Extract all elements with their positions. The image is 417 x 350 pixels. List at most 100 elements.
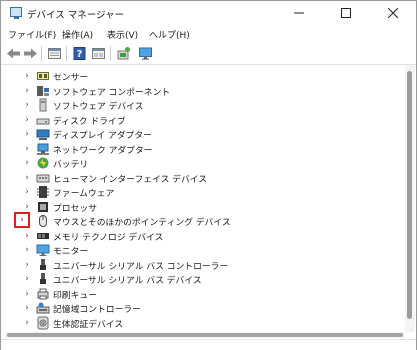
back-arrow-icon <box>7 48 20 59</box>
tree-item[interactable]: › ファームウェア <box>5 185 405 199</box>
monitor-icon <box>139 47 152 60</box>
memory-technology-icon <box>36 229 50 243</box>
firmware-icon <box>36 185 50 199</box>
maximize-icon <box>341 8 351 18</box>
expand-chevron-icon[interactable]: › <box>20 127 34 141</box>
disk-drive-icon <box>36 113 50 127</box>
expand-chevron-icon[interactable]: › <box>20 156 34 170</box>
tree-item[interactable]: › バッテリ <box>5 156 405 170</box>
toolbar-separator <box>41 46 42 61</box>
tree-item-label: プロセッサ <box>53 203 97 214</box>
print-queue-icon <box>36 287 50 301</box>
expand-chevron-icon[interactable]: › <box>20 84 34 98</box>
horizontal-scrollbar-thumb[interactable] <box>7 333 403 337</box>
expand-chevron-icon[interactable]: › <box>20 69 34 83</box>
close-button[interactable] <box>370 1 416 25</box>
tree-item[interactable]: › モニター <box>5 243 405 257</box>
tree-item-label: メモリ テクノロジ デバイス <box>53 232 164 243</box>
tree-item-label: バッテリ <box>53 160 89 170</box>
tree-item[interactable]: › プロセッサ <box>5 200 405 214</box>
device-tree: › センサー › ソフトウェア コンポーネント › ソフトウェア デバイス › ディスク ドラ… <box>5 67 405 330</box>
monitor-button[interactable] <box>137 45 154 62</box>
scan-hardware-icon <box>117 47 130 60</box>
help-icon: ? <box>73 47 86 60</box>
tree-item[interactable]: › ソフトウェア デバイス <box>5 98 405 112</box>
software-device-icon <box>36 98 50 112</box>
tree-item[interactable]: › ディスク ドライブ <box>5 113 405 127</box>
forward-arrow-icon <box>24 48 37 59</box>
menu-view[interactable]: 表示(V) <box>107 28 138 41</box>
expand-chevron-icon[interactable]: › <box>20 316 34 330</box>
properties-icon <box>48 48 61 59</box>
properties-button[interactable] <box>46 45 63 62</box>
expand-chevron-icon[interactable]: › <box>20 98 34 112</box>
network-adapter-icon <box>36 142 50 156</box>
software-component-icon <box>36 84 50 98</box>
tree-item[interactable]: › 生体認証デバイス <box>5 316 405 330</box>
close-icon <box>387 7 399 19</box>
tree-item[interactable]: › ディスプレイ アダプター <box>5 127 405 141</box>
tree-item[interactable]: › ヒューマン インターフェイス デバイス <box>5 171 405 185</box>
menu-file[interactable]: ファイル(F) <box>8 28 56 41</box>
expand-chevron-icon[interactable]: › <box>20 113 34 127</box>
expand-chevron-icon[interactable]: › <box>20 142 34 156</box>
tree-item[interactable]: › ソフトウェア コンポーネント <box>5 84 405 98</box>
tree-item[interactable]: › ネットワーク アダプター <box>5 142 405 156</box>
minimize-button[interactable] <box>276 1 322 25</box>
minimize-icon <box>294 12 304 14</box>
hid-icon <box>36 171 50 185</box>
vertical-scrollbar-thumb[interactable] <box>407 71 412 319</box>
expand-chevron-icon[interactable]: › <box>20 301 34 315</box>
tree-item-label: センサー <box>53 73 89 83</box>
tree-item[interactable]: › ユニバーサル シリアル バス コントローラー <box>5 258 405 272</box>
tree-item-label: ネットワーク アダプター <box>53 145 153 156</box>
tree-item-label: 記憶域コントローラー <box>53 305 141 315</box>
tree-item[interactable]: › センサー <box>5 69 405 83</box>
tree-item-label: ソフトウェア コンポーネント <box>53 87 171 98</box>
maximize-button[interactable] <box>323 1 369 25</box>
tree-item-label: マウスとそのほかのポインティング デバイス <box>53 218 231 228</box>
expand-chevron-icon[interactable]: › <box>20 287 34 301</box>
processor-icon <box>36 200 50 214</box>
tree-item-label: 生体認証デバイス <box>53 319 124 330</box>
tree-item[interactable]: › メモリ テクノロジ デバイス <box>5 229 405 243</box>
tree-item-label: ディスプレイ アダプター <box>53 131 152 141</box>
expand-chevron-icon[interactable]: › <box>20 229 34 243</box>
battery-icon <box>36 156 50 170</box>
tree-item[interactable]: › ユニバーサル シリアル バス デバイス <box>5 272 405 286</box>
tree-item-label: ヒューマン インターフェイス デバイス <box>53 174 208 185</box>
tree-item-label: ユニバーサル シリアル バス コントローラー <box>53 261 229 272</box>
toolbar-separator <box>110 46 111 61</box>
scan-hardware-button[interactable] <box>115 45 132 62</box>
tree-item[interactable]: › 印刷キュー <box>5 287 405 301</box>
tree-item-label: モニター <box>53 247 89 257</box>
help-button[interactable]: ? <box>71 45 88 62</box>
forward-button[interactable] <box>22 45 39 62</box>
expand-chevron-icon[interactable]: › <box>20 272 34 286</box>
biometric-icon <box>36 316 50 330</box>
window-title: デバイス マネージャー <box>27 10 125 21</box>
tree-item-label: 印刷キュー <box>53 290 97 301</box>
horizontal-scrollbar[interactable] <box>5 332 405 338</box>
usb-device-icon <box>36 272 50 286</box>
expand-chevron-icon[interactable]: › <box>20 185 34 199</box>
menu-help[interactable]: ヘルプ(H) <box>149 28 190 41</box>
tree-item-label: ディスク ドライブ <box>53 116 126 127</box>
driver-update-button[interactable] <box>90 45 107 62</box>
monitor-icon <box>36 243 50 257</box>
tree-item-label: ユニバーサル シリアル バス デバイス <box>53 276 202 286</box>
back-button[interactable] <box>5 45 22 62</box>
menu-action[interactable]: 操作(A) <box>62 28 93 41</box>
status-bar <box>1 339 416 350</box>
svg-text:?: ? <box>77 49 83 60</box>
expand-chevron-icon[interactable]: › <box>14 212 30 228</box>
tree-item[interactable]: › マウスとそのほかのポインティング デバイス <box>5 212 405 228</box>
expand-chevron-icon[interactable]: › <box>20 258 34 272</box>
toolbar: ? <box>1 43 416 65</box>
menu-bar: ファイル(F) 操作(A) 表示(V) ヘルプ(H) <box>1 25 416 43</box>
expand-chevron-icon[interactable]: › <box>20 243 34 257</box>
expand-chevron-icon[interactable]: › <box>20 171 34 185</box>
vertical-scrollbar[interactable] <box>405 65 415 332</box>
mouse-icon <box>36 214 50 228</box>
tree-item[interactable]: › 記憶域コントローラー <box>5 301 405 315</box>
